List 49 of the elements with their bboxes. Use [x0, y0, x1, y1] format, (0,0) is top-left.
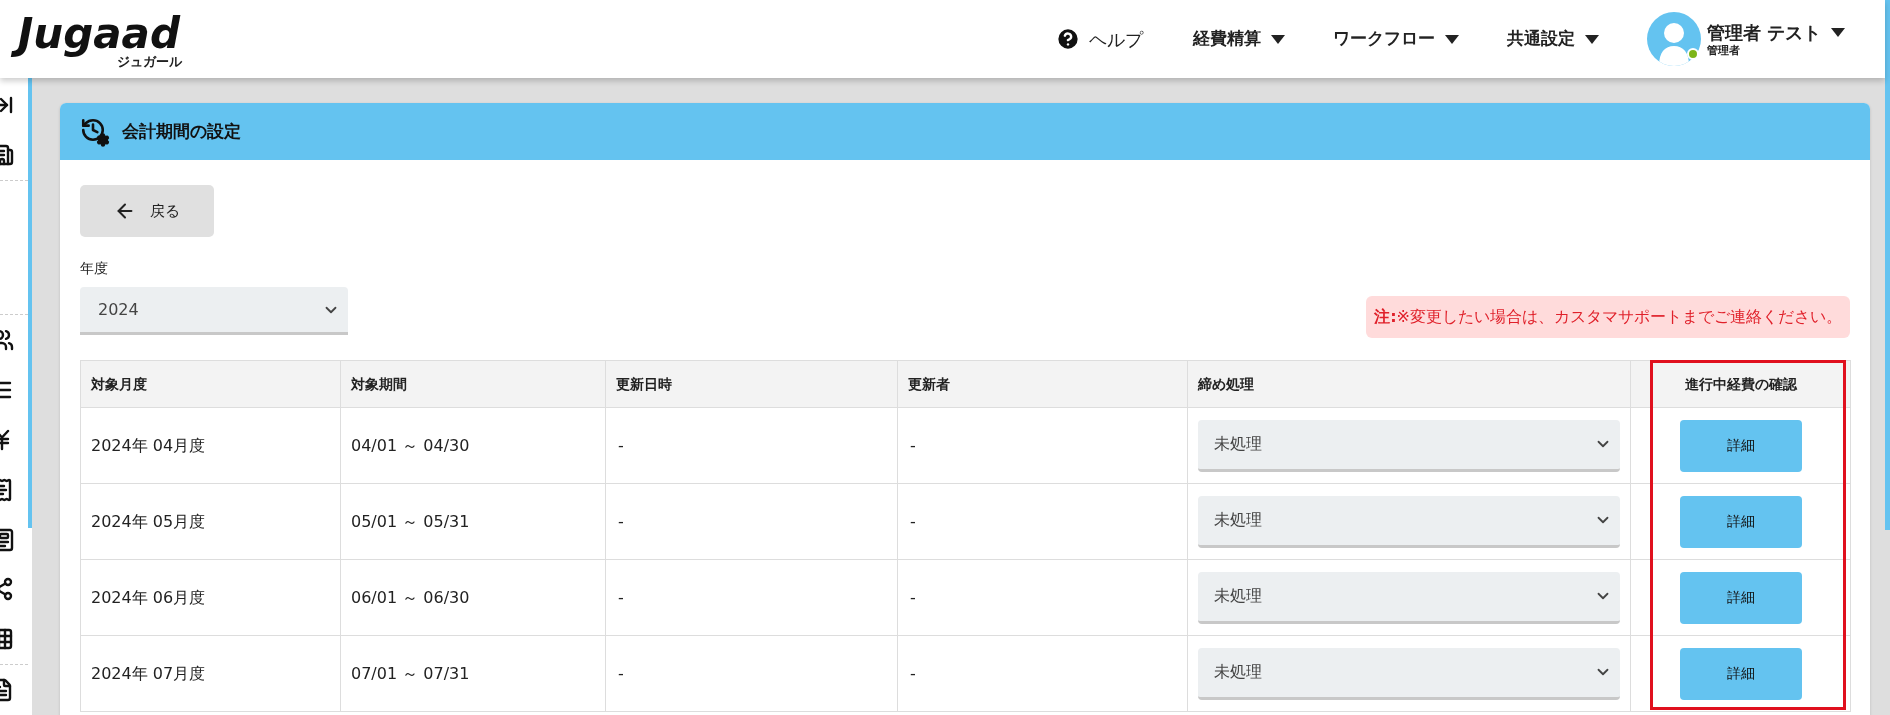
- page-scrollbar-thumb[interactable]: [1885, 0, 1890, 530]
- nav-menu[interactable]: 共通設定: [1506, 26, 1599, 52]
- closing-status-select[interactable]: 未処理: [1198, 647, 1620, 700]
- table-cell: -: [605, 483, 898, 560]
- user-menu[interactable]: 管理者 テスト: [1706, 21, 1845, 44]
- closing-status-select[interactable]: 未処理: [1198, 571, 1620, 624]
- nav-menu[interactable]: 経費精算: [1192, 26, 1285, 52]
- table-cell: -: [897, 559, 1188, 636]
- caret-icon: [1270, 34, 1285, 44]
- table-cell: 2024年 06月度: [80, 559, 341, 636]
- card-title: 会計期間の設定: [122, 119, 241, 143]
- column-header: 進行中経費の確認: [1630, 360, 1851, 408]
- column-header: 締め処理: [1187, 360, 1631, 408]
- caret-icon: [1831, 28, 1845, 37]
- year-label: 年度: [80, 259, 109, 277]
- table-cell: -: [897, 483, 1188, 560]
- back-button[interactable]: 戻る: [80, 185, 214, 237]
- table-cell: -: [605, 407, 898, 484]
- table-cell: 2024年 05月度: [80, 483, 341, 560]
- caret-icon: [1584, 34, 1599, 44]
- nav-menu[interactable]: ワークフロー: [1332, 26, 1459, 52]
- help-link[interactable]: ヘルプ: [1054, 25, 1143, 53]
- history-settings-icon: [80, 116, 110, 147]
- column-header: 更新日時: [605, 360, 898, 408]
- detail-button[interactable]: 詳細: [1679, 647, 1802, 700]
- detail-button[interactable]: 詳細: [1679, 419, 1802, 472]
- table-cell: -: [605, 559, 898, 636]
- table-cell: -: [897, 635, 1188, 712]
- closing-status-select[interactable]: 未処理: [1198, 495, 1620, 548]
- year-select[interactable]: 2024: [80, 287, 348, 335]
- column-header: 対象月度: [80, 360, 341, 408]
- table-cell: 2024年 04月度: [80, 407, 341, 484]
- table-cell: -: [605, 635, 898, 712]
- sidebar-scrollbar-thumb[interactable]: [28, 78, 32, 528]
- column-header: 対象期間: [340, 360, 606, 408]
- table-cell: 06/01 ～ 06/30: [340, 559, 606, 636]
- user-role: 管理者: [1706, 43, 1741, 57]
- table-cell: 05/01 ～ 05/31: [340, 483, 606, 560]
- detail-button[interactable]: 詳細: [1679, 571, 1802, 624]
- detail-button[interactable]: 詳細: [1679, 495, 1802, 548]
- caret-icon: [1444, 34, 1459, 44]
- notice-banner: 注:※変更したい場合は、カスタマサポートまでご連絡ください。: [1366, 296, 1850, 338]
- table-cell: -: [897, 407, 1188, 484]
- table-cell: 2024年 07月度: [80, 635, 341, 712]
- column-header: 更新者: [897, 360, 1188, 408]
- table-cell: 07/01 ～ 07/31: [340, 635, 606, 712]
- table-cell: 04/01 ～ 04/30: [340, 407, 606, 484]
- logo-subtitle: ジュガール: [117, 54, 182, 70]
- closing-status-select[interactable]: 未処理: [1198, 419, 1620, 472]
